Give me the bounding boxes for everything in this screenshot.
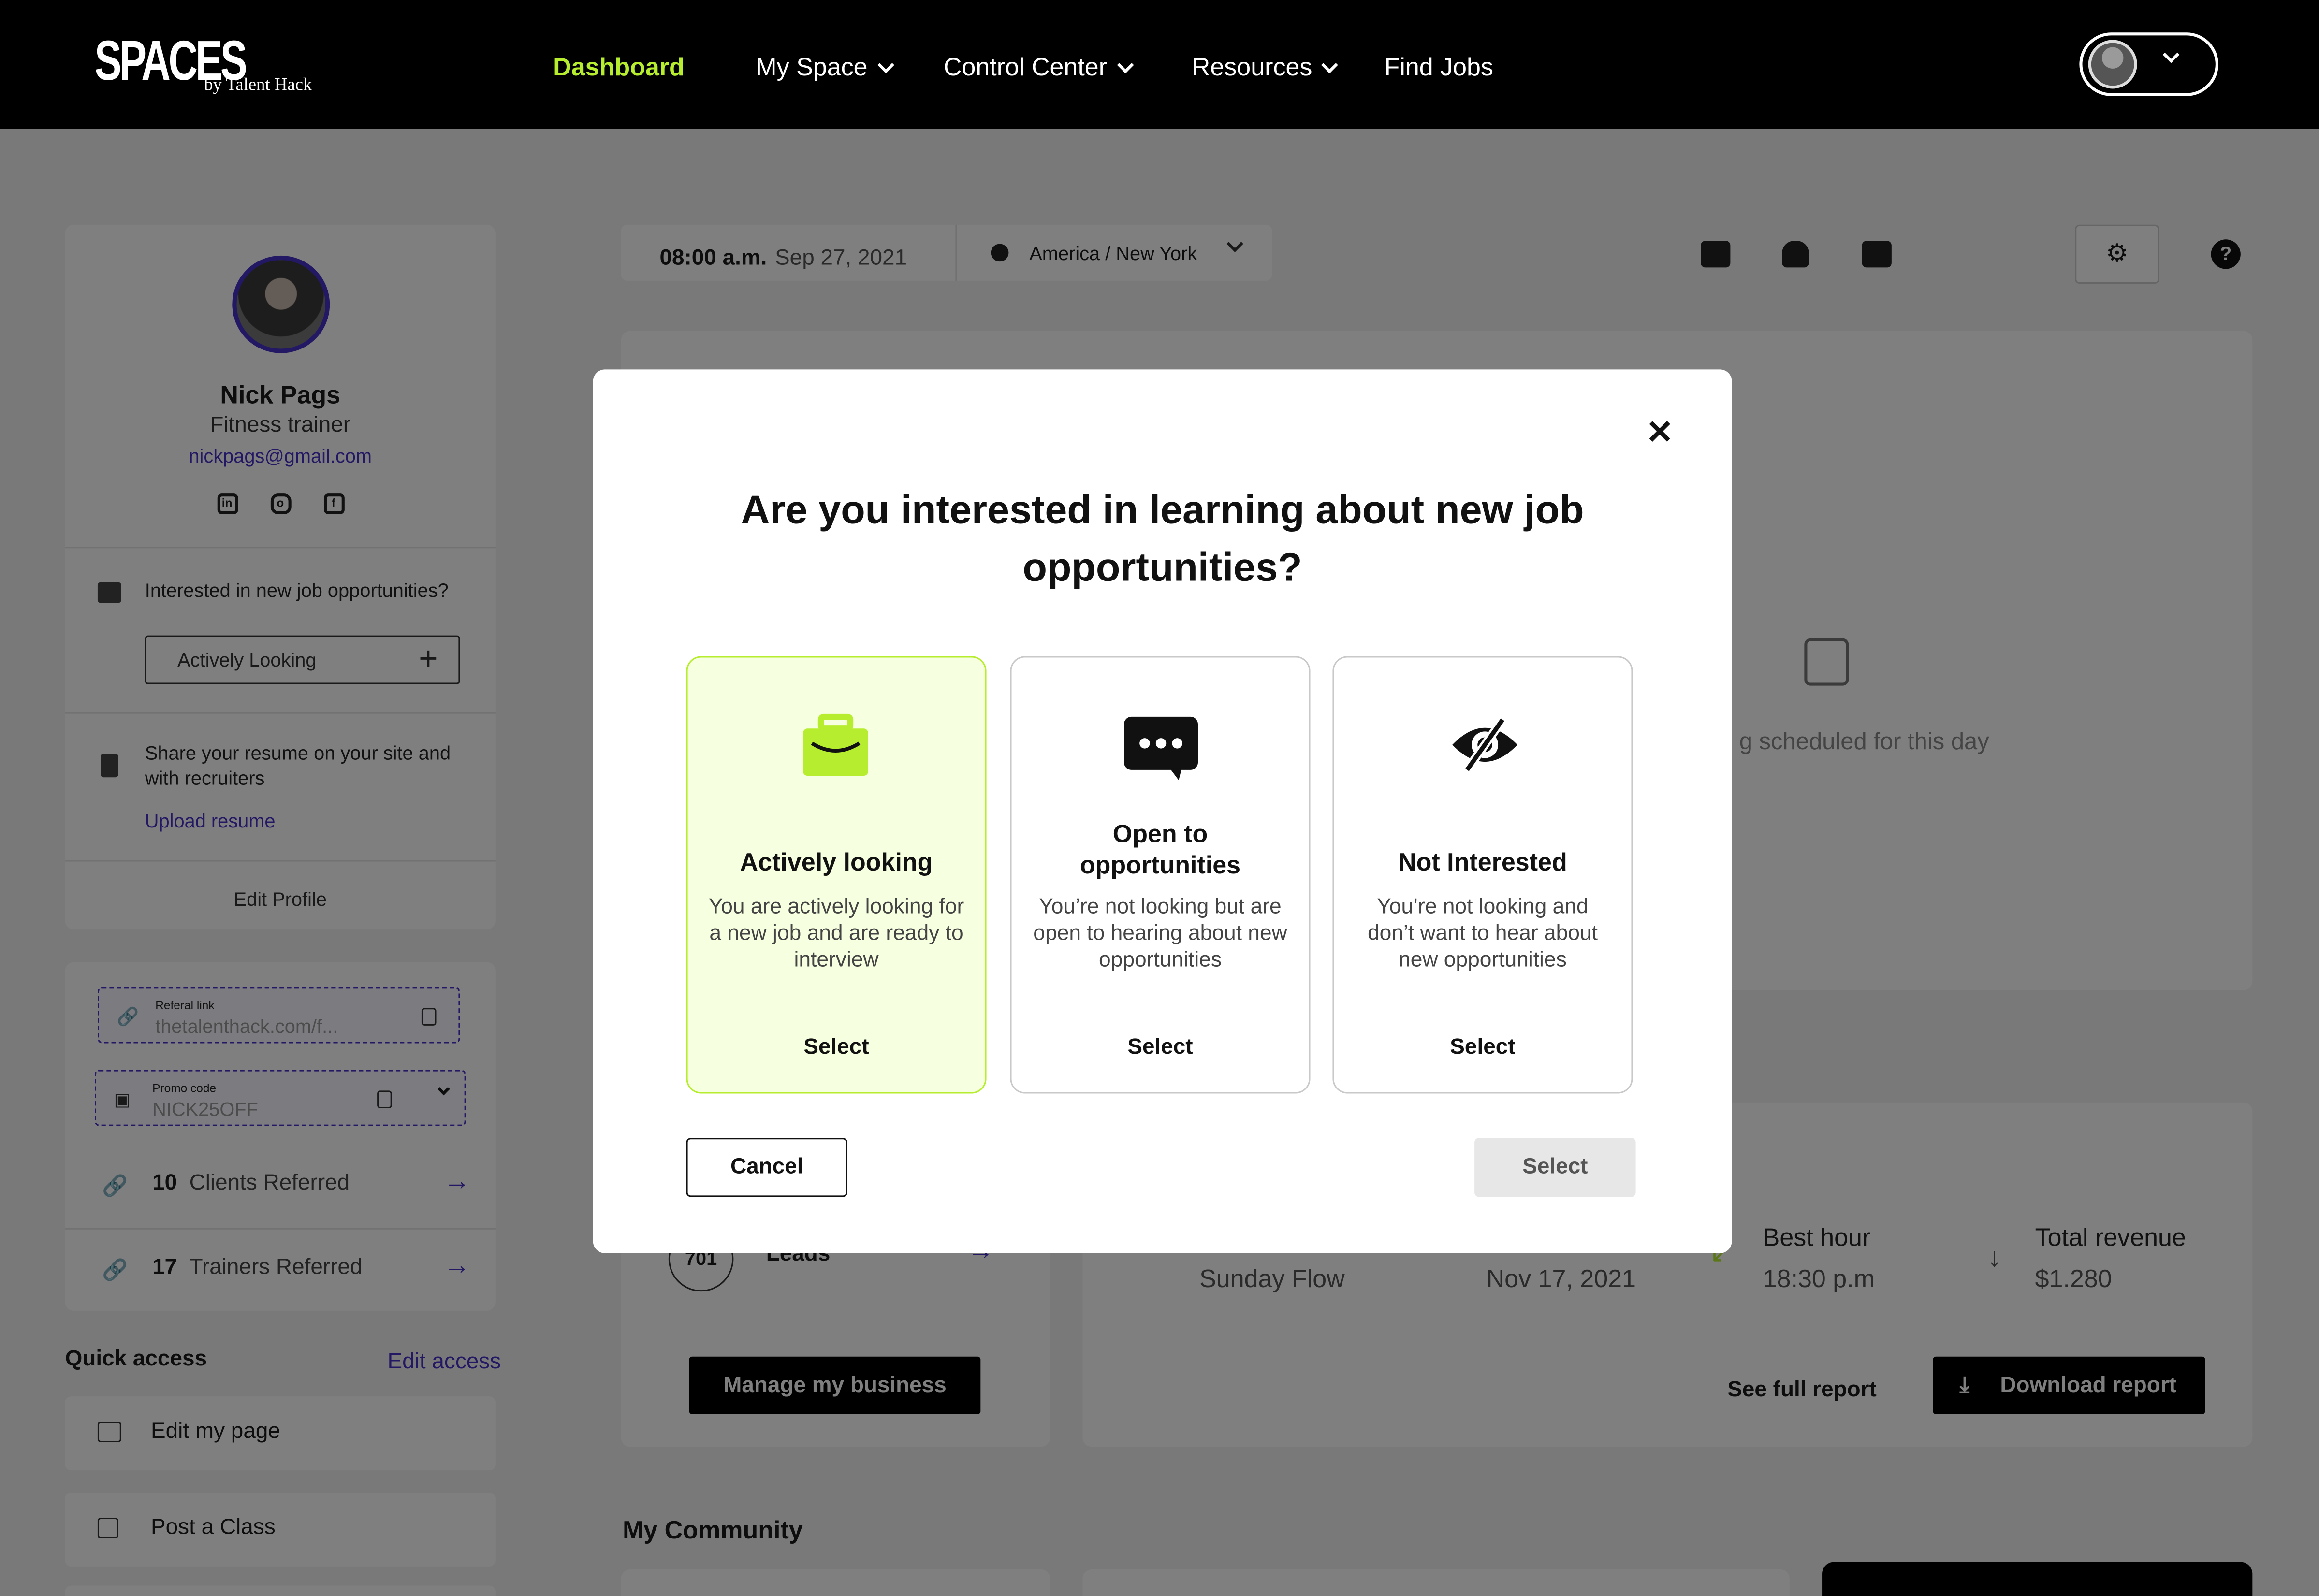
nav-control-center[interactable]: Control Center bbox=[943, 53, 1134, 83]
select-button[interactable]: Select bbox=[1474, 1138, 1636, 1197]
nav-find-jobs[interactable]: Find Jobs bbox=[1385, 53, 1493, 83]
option-title: Actively looking bbox=[740, 848, 933, 877]
option-description: You’re not looking but are open to heari… bbox=[1033, 895, 1287, 972]
chevron-down-icon bbox=[1321, 56, 1339, 73]
chevron-down-icon bbox=[1116, 56, 1134, 73]
nav-resources-label: Resources bbox=[1192, 53, 1313, 82]
logo-tagline: by Talent Hack bbox=[204, 73, 312, 95]
nav-dashboard[interactable]: Dashboard bbox=[553, 53, 685, 83]
profile-menu-button[interactable] bbox=[2079, 32, 2218, 96]
nav-control-center-label: Control Center bbox=[943, 53, 1108, 82]
job-interest-modal: ✕ Are you interested in learning about n… bbox=[593, 369, 1732, 1253]
eye-off-icon bbox=[1452, 717, 1517, 773]
option-title: Not Interested bbox=[1398, 848, 1567, 877]
briefcase-icon bbox=[803, 713, 868, 776]
option-select-button[interactable]: Select bbox=[688, 1034, 985, 1059]
option-description: You’re not looking and don’t want to hea… bbox=[1367, 895, 1598, 972]
option-select-button[interactable]: Select bbox=[1334, 1034, 1631, 1059]
nav-resources[interactable]: Resources bbox=[1192, 53, 1339, 83]
option-actively-looking[interactable]: Actively looking You are actively lookin… bbox=[686, 656, 987, 1094]
modal-title: Are you interested in learning about new… bbox=[741, 487, 1584, 590]
option-not-interested[interactable]: Not Interested You’re not looking and do… bbox=[1332, 656, 1633, 1094]
close-icon[interactable]: ✕ bbox=[1646, 416, 1673, 449]
option-open-to-opportunities[interactable]: Open to opportunities You’re not looking… bbox=[1010, 656, 1311, 1094]
option-select-button[interactable]: Select bbox=[1012, 1034, 1309, 1059]
nav-dashboard-label: Dashboard bbox=[553, 53, 685, 82]
spaces-logo[interactable]: SPACES by Talent Hack bbox=[95, 32, 312, 94]
nav-find-jobs-label: Find Jobs bbox=[1384, 53, 1493, 82]
avatar bbox=[2088, 40, 2137, 89]
chat-bubble-icon bbox=[1124, 716, 1198, 781]
cancel-button[interactable]: Cancel bbox=[686, 1138, 847, 1197]
app-screen: SPACES by Talent Hack Dashboard My Space… bbox=[0, 0, 2319, 1596]
nav-my-space[interactable]: My Space bbox=[756, 53, 894, 83]
option-description: You are actively looking for a new job a… bbox=[708, 895, 964, 972]
top-navigation-bar: SPACES by Talent Hack Dashboard My Space… bbox=[0, 0, 2319, 129]
nav-my-space-label: My Space bbox=[756, 53, 868, 82]
chevron-down-icon bbox=[2162, 46, 2180, 63]
option-title: Open to opportunities bbox=[1079, 820, 1241, 880]
chevron-down-icon bbox=[876, 56, 894, 73]
